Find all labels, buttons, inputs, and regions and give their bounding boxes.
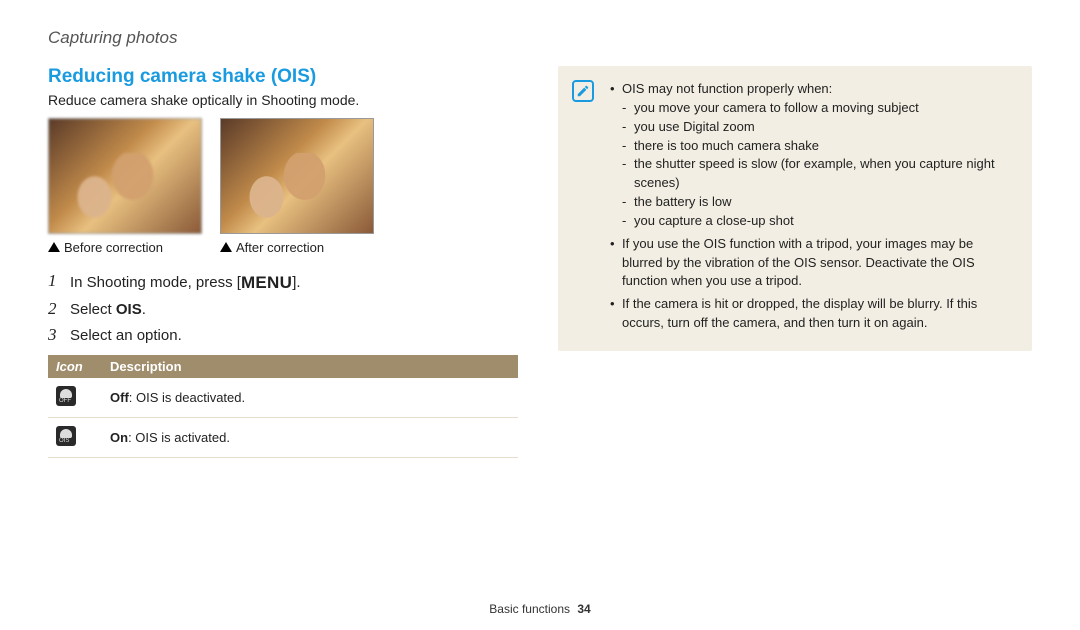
step-text: In Shooting mode, press [MENU].	[70, 271, 301, 293]
right-column: OIS may not function properly when: you …	[558, 66, 1032, 458]
pencil-note-icon	[576, 84, 590, 98]
note-reasons-list: you move your camera to follow a moving …	[622, 99, 1016, 231]
footer-page-number: 34	[577, 602, 590, 616]
note-reason: you move your camera to follow a moving …	[622, 99, 1016, 118]
photo-before-caption: Before correction	[48, 240, 202, 255]
left-column: Reducing camera shake (OIS) Reduce camer…	[48, 66, 518, 458]
note-list: OIS may not function properly when: you …	[610, 80, 1016, 333]
section-title: Reducing camera shake (OIS)	[48, 66, 518, 88]
option-desc-cell: On: OIS is activated.	[102, 418, 518, 458]
ois-off-icon	[56, 386, 76, 406]
step-number: 1	[48, 271, 70, 291]
table-row: On: OIS is activated.	[48, 418, 518, 458]
note-box: OIS may not function properly when: you …	[558, 66, 1032, 351]
step-text: Select OIS.	[70, 299, 146, 318]
table-row: Off: OIS is deactivated.	[48, 378, 518, 418]
note-item: If the camera is hit or dropped, the dis…	[610, 295, 1016, 333]
menu-key-label: MENU	[241, 273, 292, 292]
note-reason: the battery is low	[622, 193, 1016, 212]
step-3: 3 Select an option.	[48, 325, 518, 345]
page-footer: Basic functions 34	[0, 602, 1080, 616]
options-table: Icon Description Off: OIS is deactivated…	[48, 355, 518, 458]
photo-after-caption: After correction	[220, 240, 374, 255]
section-intro: Reduce camera shake optically in Shootin…	[48, 92, 518, 108]
photo-before-image	[48, 118, 202, 234]
step-text: Select an option.	[70, 325, 182, 344]
content-columns: Reducing camera shake (OIS) Reduce camer…	[48, 66, 1032, 458]
manual-page: Capturing photos Reducing camera shake (…	[0, 0, 1080, 630]
photo-before: Before correction	[48, 118, 202, 255]
note-reason: there is too much camera shake	[622, 137, 1016, 156]
option-icon-cell	[48, 418, 102, 458]
breadcrumb: Capturing photos	[48, 28, 1032, 48]
note-item: If you use the OIS function with a tripo…	[610, 235, 1016, 292]
option-icon-cell	[48, 378, 102, 418]
note-reason: the shutter speed is slow (for example, …	[622, 155, 1016, 193]
note-reason: you use Digital zoom	[622, 118, 1016, 137]
table-head-icon: Icon	[48, 355, 102, 378]
note-item-lead: OIS may not function properly when: you …	[610, 80, 1016, 231]
option-desc-cell: Off: OIS is deactivated.	[102, 378, 518, 418]
footer-section: Basic functions	[489, 602, 570, 616]
note-lead-text: OIS may not function properly when:	[622, 81, 832, 96]
photo-after-image	[220, 118, 374, 234]
step-number: 3	[48, 325, 70, 345]
ois-on-icon	[56, 426, 76, 446]
step-2: 2 Select OIS.	[48, 299, 518, 319]
table-header-row: Icon Description	[48, 355, 518, 378]
example-photos: Before correction After correction	[48, 118, 518, 255]
steps-list: 1 In Shooting mode, press [MENU]. 2 Sele…	[48, 271, 518, 345]
triangle-up-icon	[220, 242, 232, 252]
note-reason: you capture a close-up shot	[622, 212, 1016, 231]
triangle-up-icon	[48, 242, 60, 252]
step-1: 1 In Shooting mode, press [MENU].	[48, 271, 518, 293]
photo-after: After correction	[220, 118, 374, 255]
note-icon	[572, 80, 594, 102]
step-number: 2	[48, 299, 70, 319]
table-head-description: Description	[102, 355, 518, 378]
